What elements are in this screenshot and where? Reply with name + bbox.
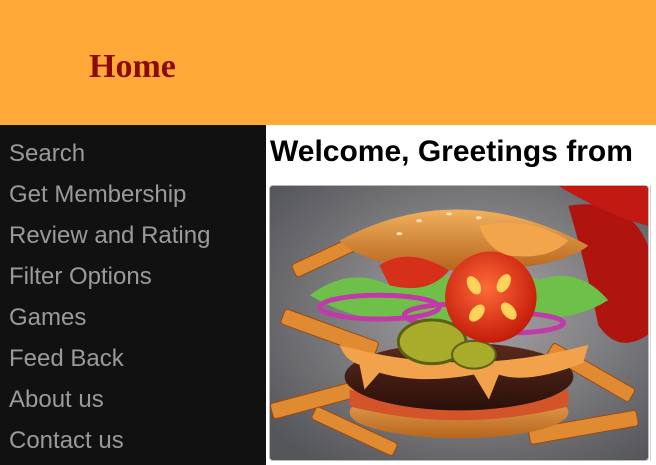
- sidebar: Search Get Membership Review and Rating …: [0, 125, 266, 465]
- sidebar-item-review-and-rating[interactable]: Review and Rating: [9, 222, 210, 250]
- sidebar-item-contact-us[interactable]: Contact us: [9, 427, 124, 455]
- sidebar-item-games[interactable]: Games: [9, 304, 86, 332]
- burger-photo: [269, 185, 649, 461]
- header-bar: Home: [0, 0, 656, 125]
- sidebar-item-feed-back[interactable]: Feed Back: [9, 345, 124, 373]
- sidebar-item-filter-options[interactable]: Filter Options: [9, 263, 152, 291]
- welcome-heading: Welcome, Greetings from: [270, 135, 633, 168]
- main-content: Welcome, Greetings from: [266, 125, 656, 465]
- page-title: Home: [89, 48, 176, 85]
- sidebar-item-about-us[interactable]: About us: [9, 386, 104, 414]
- sidebar-item-search[interactable]: Search: [9, 140, 85, 168]
- burger-photo-icon: [270, 186, 648, 460]
- second-photo-frame: [650, 185, 656, 461]
- sidebar-item-get-membership[interactable]: Get Membership: [9, 181, 186, 209]
